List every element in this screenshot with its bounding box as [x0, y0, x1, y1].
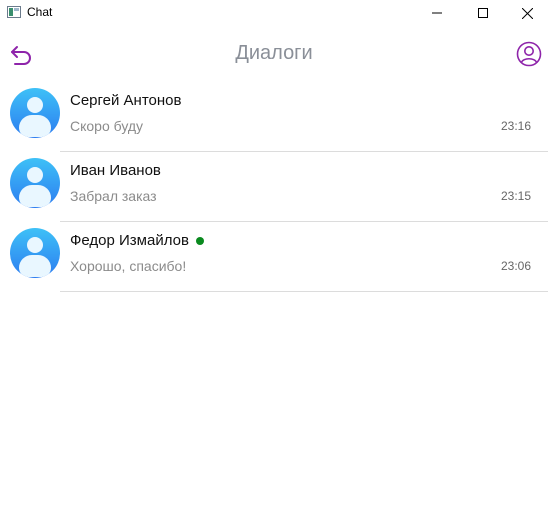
dialog-item[interactable]: Иван Иванов Забрал заказ 23:15 — [0, 152, 548, 222]
message-time: 23:06 — [500, 259, 531, 273]
avatar — [10, 88, 60, 138]
last-message: Хорошо, спасибо! — [70, 258, 187, 274]
avatar-head — [27, 97, 43, 113]
message-time: 23:16 — [500, 119, 531, 133]
contact-name-text: Сергей Антонов — [70, 92, 182, 109]
app-icon — [7, 6, 21, 18]
user-profile-icon — [516, 41, 542, 67]
close-button[interactable] — [504, 0, 548, 26]
profile-button[interactable] — [514, 39, 544, 69]
avatar-body — [19, 115, 51, 137]
dialog-item[interactable]: Сергей Антонов Скоро буду 23:16 — [0, 82, 548, 152]
contact-name-text: Иван Иванов — [70, 162, 161, 179]
close-icon — [521, 7, 533, 19]
avatar-head — [27, 237, 43, 253]
window-title-bar: Chat — [0, 0, 548, 26]
last-message: Скоро буду — [70, 118, 144, 134]
avatar-body — [19, 185, 51, 207]
contact-name: Сергей Антонов — [70, 92, 181, 109]
window-title: Chat — [27, 5, 53, 19]
divider — [60, 291, 548, 292]
last-message: Забрал заказ — [70, 188, 157, 204]
avatar — [10, 158, 60, 208]
minimize-icon — [432, 12, 442, 14]
avatar — [10, 228, 60, 278]
maximize-icon — [478, 8, 488, 18]
dialog-list: Сергей Антонов Скоро буду 23:16 Иван Ива… — [0, 82, 548, 292]
contact-name: Федор Измайлов — [70, 232, 204, 249]
online-status-dot — [195, 236, 204, 245]
message-time: 23:15 — [500, 189, 531, 203]
maximize-button[interactable] — [460, 0, 506, 26]
contact-name-text: Федор Измайлов — [70, 232, 189, 249]
dialog-item[interactable]: Федор Измайлов Хорошо, спасибо! 23:06 — [0, 222, 548, 292]
page-title: Диалоги — [235, 42, 313, 64]
minimize-button[interactable] — [414, 0, 460, 26]
avatar-body — [19, 255, 51, 277]
avatar-head — [27, 167, 43, 183]
app-header: Диалоги — [0, 26, 548, 82]
contact-name: Иван Иванов — [70, 162, 161, 179]
